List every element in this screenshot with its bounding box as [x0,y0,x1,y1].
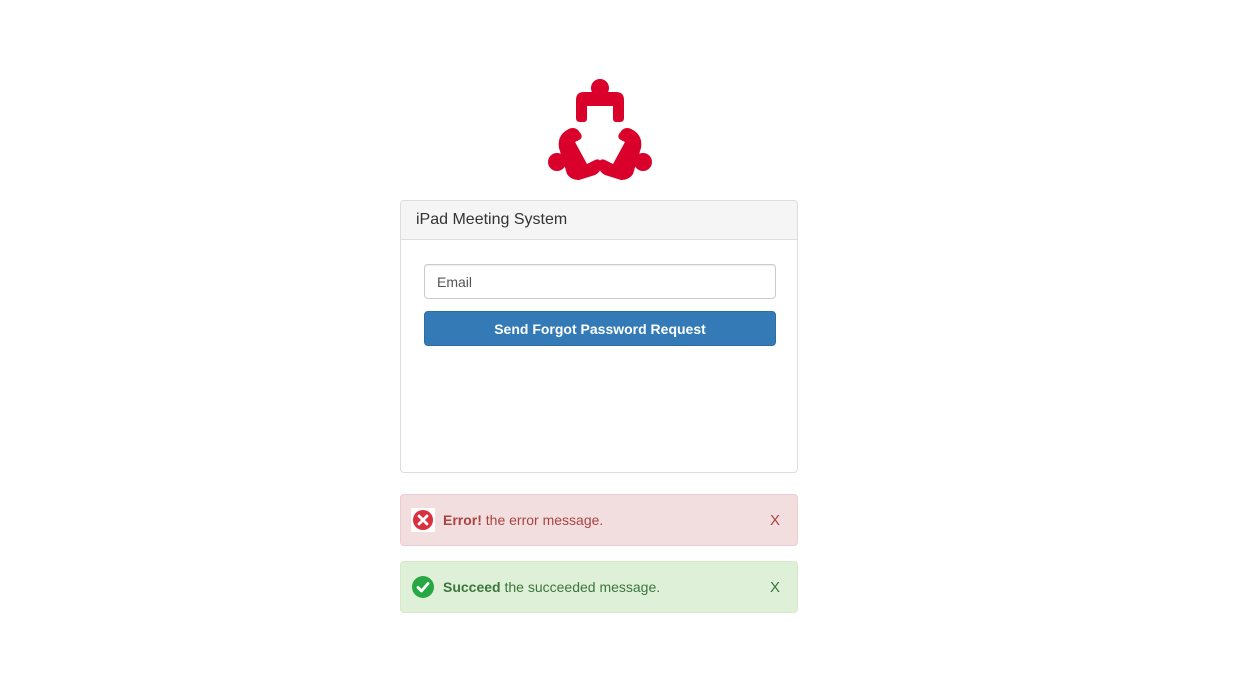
success-label: Succeed [443,579,501,595]
error-alert: Error! the error message. X [400,494,798,546]
success-message: the succeeded message. [504,579,661,595]
send-forgot-password-button[interactable]: Send Forgot Password Request [424,311,776,346]
email-input[interactable] [424,264,776,299]
meeting-people-icon [548,79,652,180]
error-message: the error message. [485,512,604,528]
app-logo [545,78,655,180]
check-circle-icon [411,575,435,599]
success-alert: Succeed the succeeded message. X [400,561,798,613]
close-success-button[interactable]: X [770,579,780,596]
close-error-button[interactable]: X [770,512,780,529]
error-x-icon [411,508,435,532]
error-label: Error! [443,512,482,528]
forgot-password-panel: iPad Meeting System Send Forgot Password… [400,200,798,473]
panel-title: iPad Meeting System [401,201,797,240]
